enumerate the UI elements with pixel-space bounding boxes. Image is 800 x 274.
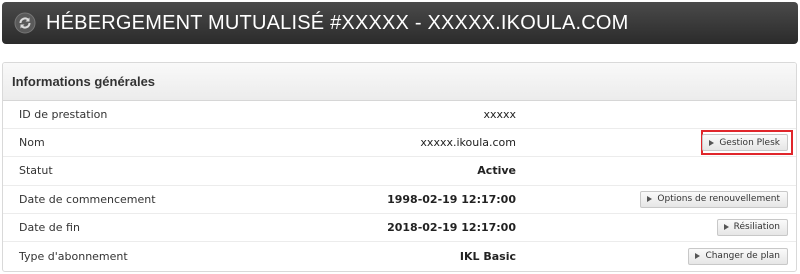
table-row: Statut Active	[3, 157, 796, 186]
panel-title: Informations générales	[12, 74, 156, 89]
button-label: Résiliation	[733, 222, 780, 233]
row-value-service-id: xxxxx	[483, 108, 516, 122]
table-row: Date de fin 2018-02-19 12:17:00 Résiliat…	[3, 214, 796, 242]
play-triangle-icon	[695, 253, 701, 260]
refresh-icon	[14, 12, 36, 34]
play-triangle-icon	[709, 139, 715, 146]
row-label-service-id: ID de prestation	[19, 108, 108, 122]
row-value-end-date: 2018-02-19 12:17:00	[387, 220, 516, 234]
cancellation-button[interactable]: Résiliation	[716, 218, 788, 236]
row-label-end-date: Date de fin	[19, 220, 80, 234]
button-label: Gestion Plesk	[719, 137, 780, 148]
row-label-status: Statut	[19, 164, 53, 178]
row-label-subscription-type: Type d'abonnement	[19, 249, 128, 263]
button-label: Options de renouvellement	[657, 194, 780, 205]
play-triangle-icon	[723, 224, 729, 231]
table-row: Nom xxxxx.ikoula.com Gestion Plesk	[3, 129, 796, 158]
page-title: HÉBERGEMENT MUTUALISÉ #XXXXX - XXXXX.IKO…	[46, 11, 629, 34]
table-row: Type d'abonnement IKL Basic Changer de p…	[3, 242, 796, 270]
row-value-status: Active	[477, 164, 516, 178]
row-value-name: xxxxx.ikoula.com	[420, 136, 516, 150]
table-row: Date de commencement 1998-02-19 12:17:00…	[3, 186, 796, 214]
row-value-subscription-type: IKL Basic	[459, 249, 516, 263]
row-value-start-date: 1998-02-19 12:17:00	[387, 192, 516, 206]
table-row: ID de prestation xxxxx	[3, 101, 796, 130]
row-label-start-date: Date de commencement	[19, 192, 156, 206]
page-header: HÉBERGEMENT MUTUALISÉ #XXXXX - XXXXX.IKO…	[2, 2, 798, 44]
play-triangle-icon	[647, 196, 653, 203]
general-info-panel: Informations générales ID de prestation …	[2, 62, 797, 272]
button-label: Changer de plan	[705, 251, 780, 262]
renewal-options-button[interactable]: Options de renouvellement	[640, 190, 788, 208]
row-label-name: Nom	[19, 136, 45, 150]
change-plan-button[interactable]: Changer de plan	[688, 247, 788, 265]
plesk-management-button[interactable]: Gestion Plesk	[702, 134, 788, 152]
panel-header: Informations générales	[3, 63, 796, 101]
